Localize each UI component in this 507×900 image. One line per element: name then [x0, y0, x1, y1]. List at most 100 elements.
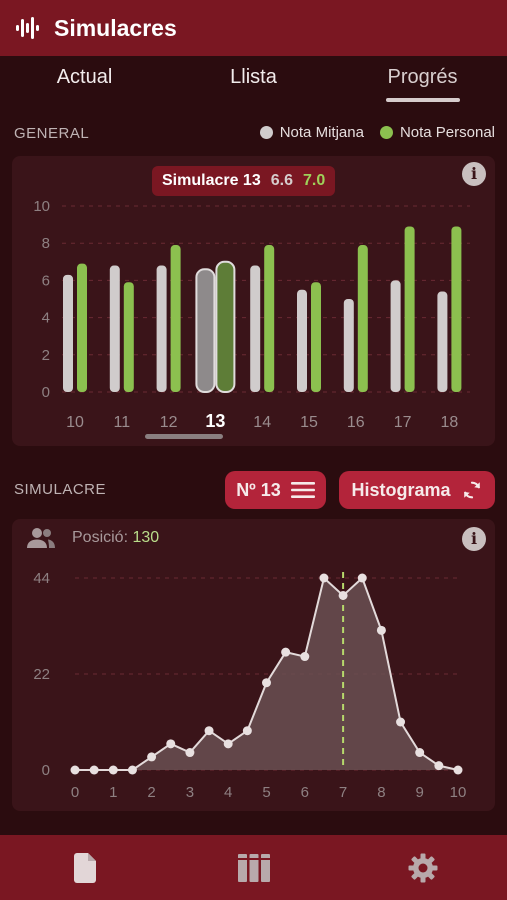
tab-actual[interactable]: Actual	[0, 56, 169, 106]
simulacre-number-button[interactable]: Nº 13	[225, 471, 326, 509]
nav-settings-button[interactable]	[393, 838, 453, 898]
bar-average-12	[156, 265, 167, 392]
y-tick-label: 10	[33, 198, 50, 215]
bar-personal-15	[311, 282, 321, 392]
histogram-point	[453, 765, 463, 775]
tab-llista[interactable]: Llista	[169, 56, 338, 106]
tab-progres[interactable]: Progrés	[338, 56, 507, 106]
y-tick-label: 44	[33, 570, 50, 587]
histogram-mode-label: Histograma	[351, 479, 451, 500]
document-icon	[73, 852, 96, 883]
menu-icon	[290, 482, 315, 498]
x-tick-label: 10	[450, 784, 467, 801]
bar-average-14	[250, 265, 261, 392]
histogram-point	[204, 726, 214, 736]
x-tick-label: 15	[300, 414, 318, 431]
histogram-point	[300, 652, 310, 662]
legend-dot-personal	[379, 126, 393, 139]
x-tick-label: 16	[347, 414, 365, 431]
y-tick-label: 22	[33, 666, 50, 683]
chart-scroll-indicator[interactable]	[145, 434, 223, 439]
x-tick-label: 10	[66, 414, 84, 431]
waveform-icon	[16, 17, 39, 39]
histogram-point	[357, 573, 367, 583]
histogram-point	[166, 739, 176, 749]
library-icon	[237, 853, 270, 882]
histogram-mode-button[interactable]: Histograma	[339, 471, 495, 509]
bar-personal-17	[404, 226, 415, 392]
histogram-info-icon[interactable]: i	[462, 527, 486, 551]
histogram-point	[262, 678, 271, 688]
histogram-point	[70, 765, 80, 775]
chart-legend: Nota Mitjana Nota Personal	[259, 124, 495, 141]
histogram-point	[185, 748, 195, 758]
legend-item-personal: Nota Personal	[379, 124, 495, 141]
app-title: Simulacres	[54, 14, 177, 41]
simulacre-number-label: Nº 13	[236, 479, 281, 500]
x-tick-label: 6	[301, 784, 309, 801]
general-section-label: GENERAL	[14, 125, 90, 142]
y-tick-label: 4	[42, 310, 50, 327]
nav-library-button[interactable]	[224, 838, 284, 898]
simulacre-section-label: SIMULACRE	[14, 481, 107, 498]
histogram-point	[127, 765, 137, 775]
legend-dot-average	[259, 126, 273, 139]
bar-personal-12	[170, 245, 181, 392]
y-tick-label: 0	[42, 384, 50, 401]
general-bar-chart: 0 2 4 6 8 10 10 11 12 13 14 15 16 17 18	[33, 198, 470, 431]
general-info-icon[interactable]: i	[462, 162, 486, 186]
bar-average-11	[109, 265, 120, 392]
bar-average-17	[390, 280, 401, 392]
histogram-point	[338, 590, 348, 600]
histogram-point	[434, 761, 444, 771]
position-label: Posició:	[72, 529, 129, 546]
x-tick-label: 18	[441, 414, 459, 431]
x-tick-label: 1	[109, 784, 117, 801]
histogram-point	[415, 748, 425, 758]
tooltip-label: Simulacre 13	[162, 172, 261, 189]
bar-average-10	[63, 274, 73, 392]
x-tick-label: 7	[339, 784, 347, 801]
histogram-point	[396, 717, 406, 727]
nav-document-button[interactable]	[55, 838, 115, 898]
bar-personal-18	[451, 226, 462, 392]
legend-label-average: Nota Mitjana	[279, 124, 364, 141]
x-tick-label: 12	[160, 414, 178, 431]
histogram-point	[223, 739, 233, 749]
tooltip-personal: 7.0	[302, 172, 326, 189]
tab-bar: Actual Llista Progrés	[0, 56, 507, 106]
tooltip-average: 6.6	[270, 172, 293, 189]
x-tick-label: 17	[394, 414, 412, 431]
histogram-point	[147, 752, 157, 762]
histogram-chart: 0 22 44 0 1 2 3 4 5 6 7 8 9 10	[33, 570, 467, 801]
x-tick-label: 2	[147, 784, 155, 801]
x-tick-label: 5	[262, 784, 270, 801]
bar-average-18	[437, 291, 448, 392]
app-bar: Simulacres	[0, 0, 507, 56]
x-tick-label: 3	[186, 784, 194, 801]
bar-personal-16	[357, 245, 368, 392]
x-tick-label: 0	[71, 784, 79, 801]
bar-average-15	[297, 289, 307, 392]
bar-personal-13	[215, 260, 236, 393]
bar-personal-10	[77, 263, 87, 392]
histogram-point	[319, 573, 329, 583]
position-row: Posició: 130	[26, 527, 159, 549]
histogram-point	[108, 765, 118, 775]
bar-average-16	[343, 299, 354, 392]
x-tick-label: 8	[377, 784, 385, 801]
people-icon	[27, 528, 55, 548]
legend-item-average: Nota Mitjana	[259, 124, 364, 141]
y-tick-label: 2	[42, 347, 50, 364]
histogram-point	[281, 647, 291, 657]
bottom-navigation	[0, 835, 507, 900]
histogram-point	[242, 726, 252, 736]
position-value: 130	[132, 529, 160, 546]
y-tick-label: 6	[42, 272, 50, 289]
settings-icon	[408, 853, 437, 882]
x-tick-label: 4	[224, 784, 232, 801]
x-tick-label: 11	[113, 414, 130, 431]
bar-average-13	[195, 268, 216, 393]
bar-personal-11	[123, 282, 134, 392]
y-tick-label: 0	[42, 762, 50, 779]
